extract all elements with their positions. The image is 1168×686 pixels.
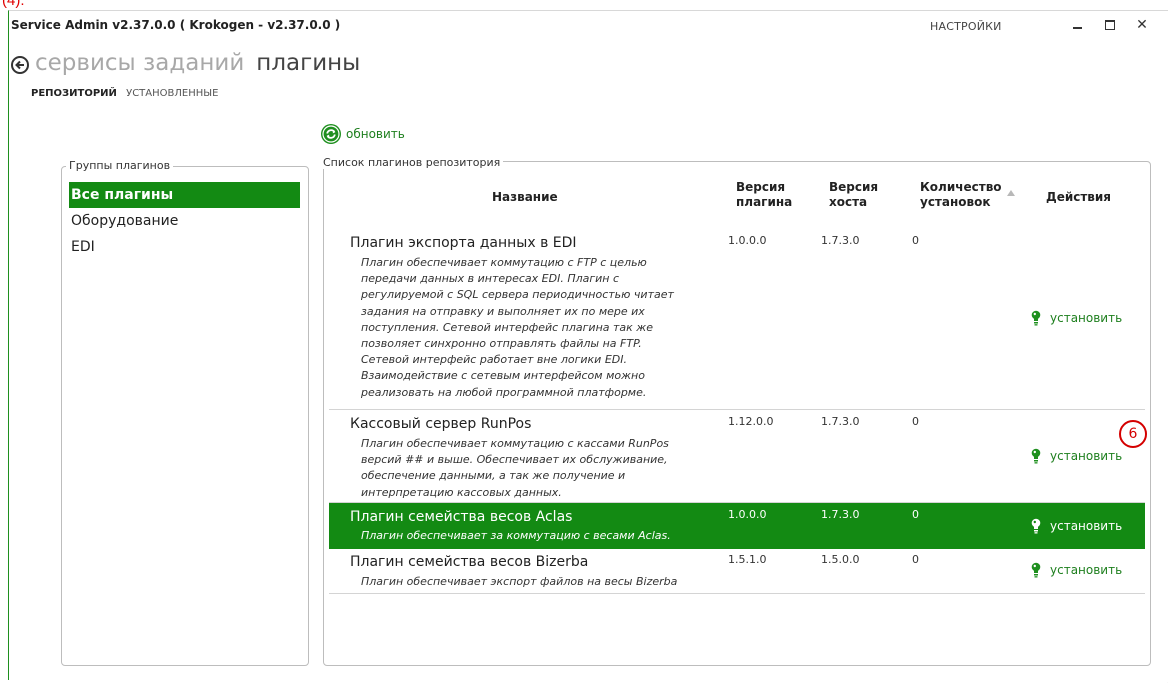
- group-item-all[interactable]: Все плагины: [69, 182, 300, 208]
- back-arrow-icon[interactable]: [11, 56, 29, 74]
- description-line: задания на отправку и выполняет их по ме…: [361, 304, 645, 318]
- maximize-button[interactable]: [1099, 15, 1121, 35]
- install-button[interactable]: установить: [1031, 562, 1122, 578]
- description-line: Сетевой интерфейс работает вне логики ED…: [361, 353, 627, 367]
- plugin-row-edi-export[interactable]: Плагин экспорта данных в EDI Плагин обес…: [329, 222, 1145, 410]
- column-header-actions: Действия: [1046, 190, 1112, 204]
- close-button[interactable]: ✕: [1131, 15, 1153, 35]
- repository-plugins-panel: Список плагинов репозитория Название Вер…: [320, 156, 1151, 666]
- plugin-description: Плагин обеспечивает за коммутацию с веса…: [361, 528, 701, 544]
- window-title: Service Admin v2.37.0.0 ( Krokogen - v2.…: [11, 18, 341, 32]
- column-header-plugin-version-line2: плагина: [736, 195, 793, 209]
- plugin-name: Плагин экспорта данных в EDI: [350, 235, 577, 251]
- install-button[interactable]: установить: [1031, 310, 1122, 326]
- column-header-name[interactable]: Название: [492, 190, 558, 205]
- column-header-plugin-version[interactable]: Версия плагина: [736, 180, 792, 210]
- breadcrumb: сервисы заданий плагины: [35, 50, 360, 76]
- install-count: 0: [912, 553, 919, 566]
- sub-tabs: РЕПОЗИТОРИЙ УСТАНОВЛЕННЫЕ: [31, 88, 218, 99]
- group-item-hardware[interactable]: Оборудование: [69, 208, 300, 234]
- install-label: установить: [1050, 311, 1123, 325]
- minimize-button[interactable]: [1067, 15, 1089, 35]
- host-version: 1.7.3.0: [821, 234, 860, 247]
- description-line: поступления. Сетевой интерфейс плагина т…: [361, 320, 653, 334]
- description-line: передачи данных в интересах EDI. Плагин …: [361, 272, 620, 286]
- page-title: плагины: [256, 50, 361, 76]
- description-line: версий ## и выше. Обеспечивает их обслуж…: [361, 453, 668, 467]
- host-version: 1.7.3.0: [821, 508, 860, 521]
- description-line: Плагин обеспечивает коммутацию с FTP с ц…: [361, 256, 647, 269]
- plugin-version: 1.12.0.0: [728, 415, 774, 428]
- description-line: Плагин обеспечивает коммутацию с кассами…: [361, 437, 669, 450]
- callout-badge: 6: [1119, 420, 1147, 448]
- settings-link[interactable]: НАСТРОЙКИ: [930, 20, 1002, 33]
- plugin-description: Плагин обеспечивает коммутацию с FTP с ц…: [361, 255, 701, 401]
- install-count: 0: [912, 234, 919, 247]
- plugin-description: Плагин обеспечивает экспорт файлов на ве…: [361, 574, 701, 590]
- lightbulb-icon: [1031, 310, 1041, 326]
- column-header-installs[interactable]: Количество установок: [920, 180, 1002, 210]
- breadcrumb-parent-link[interactable]: сервисы заданий: [35, 50, 244, 76]
- description-line: регулируемой с SQL сервера периодичность…: [361, 288, 674, 302]
- refresh-label: обновить: [346, 127, 405, 141]
- description-line: Плагин обеспечивает за коммутацию с веса…: [361, 529, 671, 542]
- refresh-button[interactable]: обновить: [321, 124, 405, 144]
- description-line: реализовать на любой программной платфор…: [361, 385, 647, 399]
- plugin-name: Кассовый сервер RunPos: [350, 416, 532, 432]
- title-bar: Service Admin v2.37.0.0 ( Krokogen - v2.…: [9, 11, 1168, 39]
- column-header-installs-line2: установок: [920, 195, 991, 209]
- description-line: позволяет синхронно отправлять файлы на …: [361, 337, 642, 351]
- description-line: Плагин обеспечивает экспорт файлов на ве…: [361, 575, 678, 588]
- install-button[interactable]: установить: [1031, 448, 1122, 464]
- group-item-edi[interactable]: EDI: [69, 234, 300, 260]
- lightbulb-icon: [1031, 448, 1041, 464]
- plugin-description: Плагин обеспечивает коммутацию с кассами…: [361, 436, 701, 501]
- plugin-version: 1.0.0.0: [728, 234, 767, 247]
- plugin-version: 1.0.0.0: [728, 508, 767, 521]
- tab-installed[interactable]: УСТАНОВЛЕННЫЕ: [126, 88, 218, 99]
- install-count: 0: [912, 508, 919, 521]
- host-version: 1.5.0.0: [821, 553, 860, 566]
- tab-repository[interactable]: РЕПОЗИТОРИЙ: [31, 88, 117, 99]
- plugin-name: Плагин семейства весов Bizerba: [350, 554, 589, 570]
- annotation-label: (4).: [2, 0, 25, 9]
- plugin-name: Плагин семейства весов Aclas: [350, 509, 573, 525]
- lightbulb-icon: [1031, 562, 1041, 578]
- install-label: установить: [1050, 519, 1123, 533]
- plugin-groups-legend: Группы плагинов: [66, 159, 174, 172]
- sort-ascending-icon: [1007, 190, 1015, 196]
- install-label: установить: [1050, 563, 1123, 577]
- plugin-row-bizerba[interactable]: Плагин семейства весов Bizerba Плагин об…: [329, 549, 1145, 594]
- repository-plugins-legend: Список плагинов репозитория: [320, 156, 504, 169]
- app-window: Service Admin v2.37.0.0 ( Krokogen - v2.…: [8, 10, 1168, 686]
- lightbulb-icon: [1031, 518, 1041, 534]
- install-count: 0: [912, 415, 919, 428]
- install-button[interactable]: установить: [1031, 518, 1122, 534]
- install-label: установить: [1050, 449, 1123, 463]
- column-header-host-version-line1: Версия: [829, 180, 879, 194]
- host-version: 1.7.3.0: [821, 415, 860, 428]
- description-line: обеспечение данными, а так же получение …: [361, 469, 626, 483]
- description-line: интерпретацию кассовых данных.: [361, 485, 562, 499]
- column-header-host-version[interactable]: Версия хоста: [829, 180, 878, 210]
- column-header-plugin-version-line1: Версия: [736, 180, 786, 194]
- column-header-installs-line1: Количество: [920, 180, 1002, 194]
- plugin-row-aclas[interactable]: Плагин семейства весов Aclas Плагин обес…: [329, 503, 1145, 549]
- plugin-version: 1.5.1.0: [728, 553, 767, 566]
- refresh-icon: [321, 124, 341, 144]
- column-header-host-version-line2: хоста: [829, 195, 868, 209]
- plugin-row-runpos[interactable]: Кассовый сервер RunPos Плагин обеспечива…: [329, 410, 1145, 503]
- description-line: Взаимодействие с сетевым интерфейсом мож…: [361, 369, 645, 383]
- plugin-groups-panel: Группы плагинов Все плагины Оборудование…: [61, 159, 309, 666]
